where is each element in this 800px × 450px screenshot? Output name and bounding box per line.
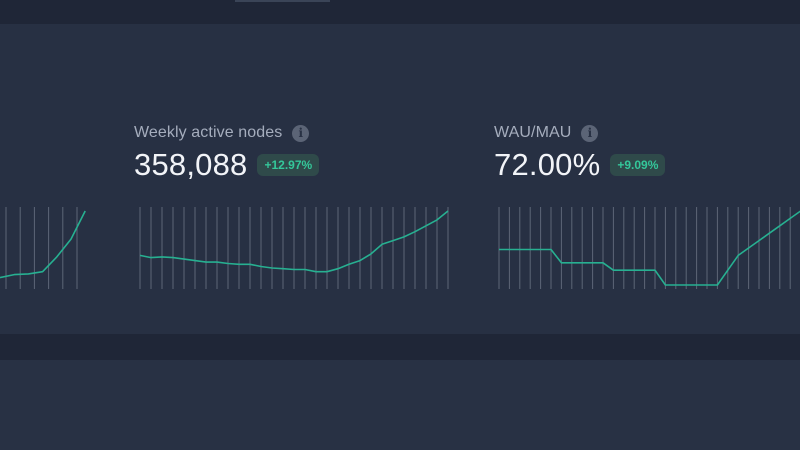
delta-badge: +12.97%	[257, 154, 320, 176]
metric-weekly-active-nodes: Weekly active nodes i 358,088 +12.97%	[134, 124, 320, 182]
metric-wau-mau: WAU/MAU i 72.00% +9.09%	[494, 124, 666, 182]
metric-label: WAU/MAU	[494, 124, 572, 141]
info-icon[interactable]: i	[581, 124, 599, 142]
panel-divider	[0, 334, 800, 360]
sparkline-chart-left	[0, 207, 86, 289]
metric-value: 358,088	[134, 147, 248, 182]
lower-panel	[0, 360, 800, 450]
delta-badge: +9.09%	[610, 154, 666, 176]
series-line	[499, 210, 800, 286]
tab-edge	[235, 0, 330, 2]
info-icon[interactable]: i	[292, 124, 310, 142]
top-strip	[0, 0, 800, 24]
metric-value: 72.00%	[494, 147, 601, 182]
series-line	[0, 210, 86, 279]
sparkline-chart-wau-mau	[498, 207, 800, 289]
sparkline-chart-weekly-active-nodes	[139, 207, 449, 289]
metric-label: Weekly active nodes	[134, 124, 283, 141]
